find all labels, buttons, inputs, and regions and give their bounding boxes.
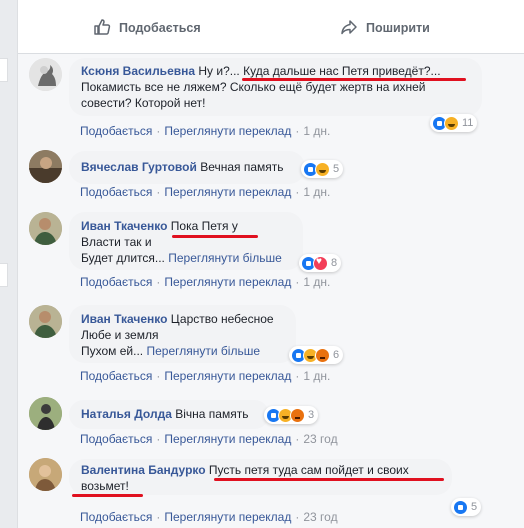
comment-meta: Подобається · Переглянути переклад · 1 дн. [80,369,331,383]
reaction-count: 3 [308,409,315,421]
translate-link[interactable]: Переглянути переклад [164,185,291,199]
comment-text: Будет длится... [81,251,165,265]
comment-text: Пока Петя у [170,219,238,233]
translate-link[interactable]: Переглянути переклад [164,275,291,289]
reaction-count: 6 [333,349,340,361]
angry-reaction-icon [290,407,305,423]
avatar[interactable] [29,397,62,430]
comment-author[interactable]: Ксюня Васильевна [81,64,195,78]
comment-text: Покамисть все не ляжем? Сколько ещё буде… [81,80,426,110]
reaction-summary[interactable]: 8 [299,254,342,272]
reaction-count: 5 [471,501,478,513]
comment-meta: Подобається · Переглянути переклад · 1 дн. [80,185,331,199]
comment-time[interactable]: 1 дн. [303,275,330,289]
comment-time[interactable]: 1 дн. [303,185,330,199]
translate-link[interactable]: Переглянути переклад [164,369,291,383]
comment-like-link[interactable]: Подобається [80,369,152,383]
reaction-count: 11 [462,117,474,129]
left-panel-edge [0,263,8,287]
share-action-label: Поширити [366,21,430,35]
comment-text: Власти так и [81,235,152,249]
comment-time[interactable]: 23 год [303,432,337,446]
comment-time[interactable]: 1 дн. [303,369,330,383]
comment-like-link[interactable]: Подобається [80,185,152,199]
comment-bubble: Ксюня Васильевна Ну и?... Куда дальше на… [69,58,482,116]
haha-reaction-icon [444,115,459,131]
reaction-summary[interactable]: 5 [451,498,482,516]
comment-text: Пусть петя туда сам пойдет и своих [208,463,409,477]
comment-like-link[interactable]: Подобається [80,510,152,524]
post-action-bar: Подобається Поширити [18,0,524,54]
like-action-label: Подобається [119,21,201,35]
comment-text: Вічна память [175,407,249,421]
comment-bubble: Вячеслав Гуртовой Вечная память [69,151,305,184]
avatar[interactable] [29,150,62,183]
avatar[interactable] [29,305,62,338]
haha-reaction-icon [315,161,330,177]
comment-meta: Подобається · Переглянути переклад · 1 дн. [80,275,331,289]
avatar[interactable] [29,58,62,91]
comment-bubble: Валентина Бандурко Пусть петя туда сам п… [69,459,452,495]
left-panel-edge [0,58,8,82]
comment-like-link[interactable]: Подобається [80,124,152,138]
love-reaction-icon [313,255,328,271]
comment-author[interactable]: Валентина Бандурко [81,463,206,477]
comment-text: Ну и?... [198,64,240,78]
red-underline [214,478,444,481]
translate-link[interactable]: Переглянути переклад [164,124,291,138]
comment-text: возьмет! [81,479,129,493]
avatar[interactable] [29,458,62,491]
comment-meta: Подобається · Переглянути переклад · 23 год [80,432,338,446]
comment-text: Вечная память [200,160,284,174]
avatar[interactable] [29,212,62,245]
comment-bubble: Наталья Долда Вічна память [69,400,269,429]
like-action-button[interactable]: Подобається [93,18,201,38]
comment-text: Царство небесное [170,312,274,326]
see-more-link[interactable]: Переглянути більше [146,344,260,358]
comment-time[interactable]: 1 дн. [303,124,330,138]
comment-text: Пухом ей... [81,344,144,358]
comment-bubble: Иван Ткаченко Пока Петя у Власти так и Б… [69,212,303,270]
translate-link[interactable]: Переглянути переклад [164,510,291,524]
share-arrow-icon [340,18,366,39]
reaction-summary[interactable]: 11 [430,114,478,132]
reaction-summary[interactable]: 6 [289,346,344,364]
reaction-summary[interactable]: 5 [301,160,344,178]
comment-like-link[interactable]: Подобається [80,275,152,289]
comment-bubble: Иван Ткаченко Царство небесное Любе и зе… [69,305,296,363]
comment-author[interactable]: Иван Ткаченко [81,312,167,326]
comment-author[interactable]: Иван Ткаченко [81,219,167,233]
comment-author[interactable]: Наталья Долда [81,407,172,421]
angry-reaction-icon [315,347,330,363]
reaction-summary[interactable]: 3 [264,406,319,424]
reaction-count: 5 [333,163,340,175]
see-more-link[interactable]: Переглянути більше [168,251,282,265]
comment-like-link[interactable]: Подобається [80,432,152,446]
comment-meta: Подобається · Переглянути переклад · 23 год [80,510,338,524]
translate-link[interactable]: Переглянути переклад [164,432,291,446]
comment-text: Любе и земля [81,328,159,342]
comment-author[interactable]: Вячеслав Гуртовой [81,160,197,174]
like-reaction-icon [453,499,468,515]
red-underline [242,78,466,81]
reaction-count: 8 [331,257,338,269]
comment-text: Куда дальше нас Петя приведёт?... [243,64,441,78]
red-underline [72,494,143,497]
comment-time[interactable]: 23 год [303,510,337,524]
thumbs-up-icon [93,18,119,39]
comment-meta: Подобається · Переглянути переклад · 1 дн. [80,124,331,138]
red-underline [172,235,258,238]
share-action-button[interactable]: Поширити [340,18,430,38]
